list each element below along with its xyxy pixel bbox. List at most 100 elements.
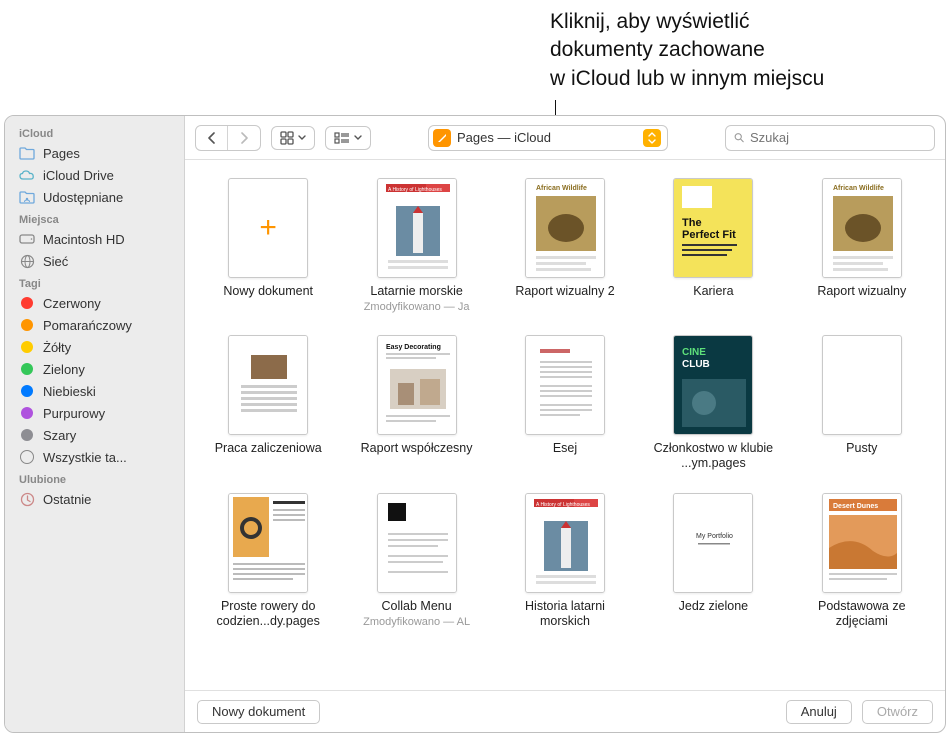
tag-dot-icon [19, 405, 35, 421]
sidebar-item-label: Ostatnie [43, 492, 91, 507]
document-title: Esej [553, 441, 577, 456]
document-thumb: Desert Dunes [822, 493, 902, 593]
document-tile[interactable]: Desert Dunes Podstawowa ze zdjęciami [793, 493, 931, 629]
sidebar-item[interactable]: Ostatnie [5, 488, 184, 510]
chevron-down-icon [298, 135, 306, 141]
svg-text:African Wildlife: African Wildlife [833, 185, 884, 192]
document-thumb: My Portfolio [673, 493, 753, 593]
all-tags-icon [19, 449, 35, 465]
svg-text:A History of Lighthouses: A History of Lighthouses [536, 502, 590, 508]
new-document-tile[interactable]: +Nowy dokument [199, 178, 337, 313]
nav-back-forward-group [195, 125, 261, 151]
svg-text:Desert Dunes: Desert Dunes [833, 503, 878, 510]
sidebar-item-label: Macintosh HD [43, 232, 125, 247]
sidebar-item[interactable]: Pages [5, 142, 184, 164]
sidebar-item[interactable]: Udostępniane [5, 186, 184, 208]
view-mode-button[interactable] [271, 126, 315, 150]
tag-dot-icon [19, 295, 35, 311]
main-panel: Pages — iCloud +Nowy dokumentA History o… [185, 116, 945, 732]
document-tile[interactable]: Proste rowery do codzien...dy.pages [199, 493, 337, 629]
search-field[interactable] [725, 125, 935, 151]
document-thumb: African Wildlife [525, 178, 605, 278]
sidebar-section-title: Ulubione [5, 468, 184, 488]
document-tile[interactable]: African WildlifeRaport wizualny 2 [496, 178, 634, 313]
document-tile[interactable]: Pusty [793, 335, 931, 471]
document-tile[interactable]: CINECLUB Członkostwo w klubie ...ym.pages [644, 335, 782, 471]
document-title: Collab Menu [382, 599, 452, 614]
sidebar-item[interactable]: Zielony [5, 358, 184, 380]
sidebar-item[interactable]: Purpurowy [5, 402, 184, 424]
document-subtitle: Zmodyfikowano — Ja [364, 301, 470, 313]
document-thumb: African Wildlife [822, 178, 902, 278]
svg-text:African Wildlife: African Wildlife [536, 185, 587, 192]
document-tile[interactable]: My Portfolio Jedz zielone [644, 493, 782, 629]
sidebar-item[interactable]: Żółty [5, 336, 184, 358]
document-grid-area: +Nowy dokumentA History of LighthousesLa… [185, 160, 945, 690]
sidebar-item[interactable]: Niebieski [5, 380, 184, 402]
sidebar-item-label: Czerwony [43, 296, 101, 311]
sidebar-item[interactable]: Szary [5, 424, 184, 446]
group-icon [334, 132, 350, 144]
document-thumb: CINECLUB [673, 335, 753, 435]
sidebar-item-label: Pomarańczowy [43, 318, 132, 333]
cloud-icon [19, 167, 35, 183]
sidebar-item[interactable]: Czerwony [5, 292, 184, 314]
sidebar-item-label: Wszystkie ta... [43, 450, 127, 465]
tag-dot-icon [19, 383, 35, 399]
document-thumb [228, 335, 308, 435]
svg-text:My Portfolio: My Portfolio [696, 533, 733, 540]
sidebar-item[interactable]: iCloud Drive [5, 164, 184, 186]
document-title: Jedz zielone [679, 599, 749, 614]
document-tile[interactable]: Collab Menu Zmodyfikowano — AL [347, 493, 485, 629]
sidebar-item-label: Purpurowy [43, 406, 105, 421]
search-input[interactable] [750, 130, 926, 145]
forward-button[interactable] [228, 126, 260, 150]
tag-dot-icon [19, 317, 35, 333]
back-button[interactable] [196, 126, 228, 150]
sidebar-item-label: Niebieski [43, 384, 96, 399]
location-popup-button[interactable]: Pages — iCloud [428, 125, 668, 151]
disk-icon [19, 231, 35, 247]
pages-app-icon [433, 129, 451, 147]
chevron-right-icon [239, 132, 249, 144]
document-title: Podstawowa ze zdjęciami [797, 599, 927, 629]
document-subtitle: Zmodyfikowano — AL [363, 616, 470, 628]
document-tile[interactable]: Easy Decorating Raport współczesny [347, 335, 485, 471]
document-grid: +Nowy dokumentA History of LighthousesLa… [199, 178, 931, 629]
chevron-down-icon [354, 135, 362, 141]
document-tile[interactable]: ThePerfect FitKariera [644, 178, 782, 313]
sidebar-section-title: Tagi [5, 272, 184, 292]
search-icon [734, 131, 744, 144]
tag-dot-icon [19, 339, 35, 355]
sidebar-item-label: Udostępniane [43, 190, 123, 205]
sidebar-item[interactable]: Macintosh HD [5, 228, 184, 250]
sidebar-item[interactable]: Sieć [5, 250, 184, 272]
document-title: Członkostwo w klubie ...ym.pages [648, 441, 778, 471]
sidebar-section-title: iCloud [5, 122, 184, 142]
document-title: Raport współczesny [361, 441, 473, 456]
document-thumb: A History of Lighthouses [525, 493, 605, 593]
shared-folder-icon [19, 189, 35, 205]
new-document-button[interactable]: Nowy dokument [197, 700, 320, 724]
svg-text:Perfect Fit: Perfect Fit [682, 229, 736, 241]
document-tile[interactable]: A History of LighthousesLatarnie morskie… [347, 178, 485, 313]
sidebar-item-label: Szary [43, 428, 76, 443]
document-title: Nowy dokument [223, 284, 313, 299]
document-thumb: ThePerfect Fit [673, 178, 753, 278]
document-tile[interactable]: A History of LighthousesHistoria latarni… [496, 493, 634, 629]
document-tile[interactable]: Praca zaliczeniowa [199, 335, 337, 471]
document-tile[interactable]: Esej [496, 335, 634, 471]
sidebar-item[interactable]: Pomarańczowy [5, 314, 184, 336]
sidebar-section-title: Miejsca [5, 208, 184, 228]
toolbar: Pages — iCloud [185, 116, 945, 160]
group-by-button[interactable] [325, 126, 371, 150]
sidebar-item-label: Zielony [43, 362, 85, 377]
cancel-button[interactable]: Anuluj [786, 700, 852, 724]
document-tile[interactable]: African WildlifeRaport wizualny [793, 178, 931, 313]
open-button[interactable]: Otwórz [862, 700, 933, 724]
document-thumb [822, 335, 902, 435]
sidebar-item[interactable]: Wszystkie ta... [5, 446, 184, 468]
tag-dot-icon [19, 427, 35, 443]
document-thumb: Easy Decorating [377, 335, 457, 435]
chevron-left-icon [207, 132, 217, 144]
